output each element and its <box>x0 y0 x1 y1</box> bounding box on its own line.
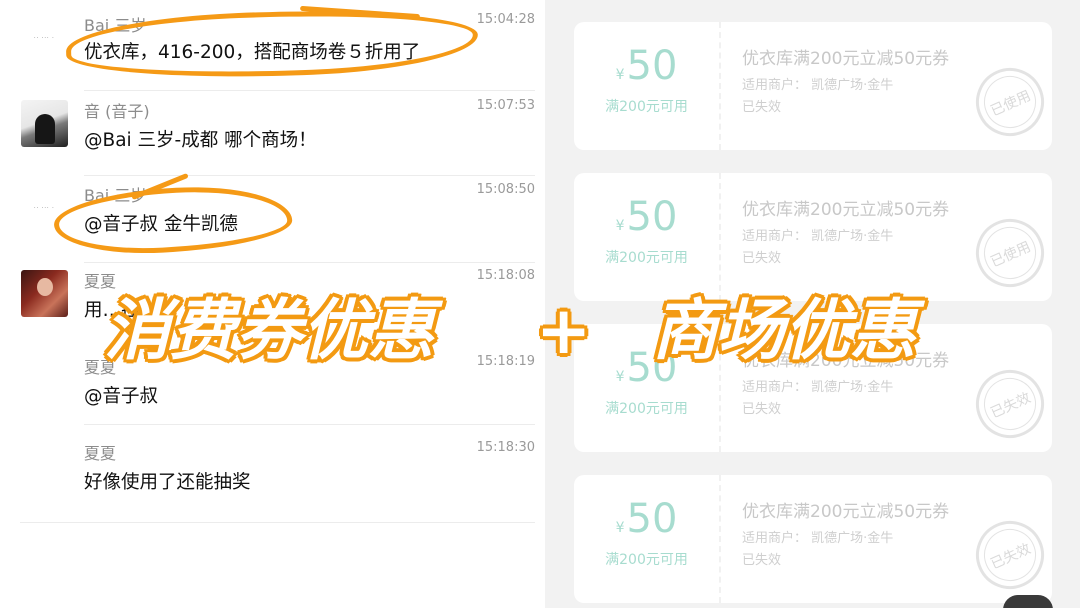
avatar[interactable] <box>21 270 68 317</box>
headline-part-coupon: 消费券优惠 <box>102 290 437 372</box>
stamp-label: 已使用 <box>988 87 1034 120</box>
chat-message[interactable]: ·· ··· · Bai 三岁 15:04:28 优衣库，416-200，搭配商… <box>0 0 545 92</box>
coupon-card[interactable]: ¥50 满200元可用 优衣库满200元立减50元券 适用商户： 凯德广场·金牛… <box>574 173 1052 301</box>
divider <box>20 522 535 523</box>
expired-stamp-icon: 已失效 <box>965 510 1052 600</box>
divider <box>84 262 535 263</box>
coupon-merchant: 适用商户： 凯德广场·金牛 <box>742 531 894 546</box>
coupon-condition: 满200元可用 <box>605 401 688 417</box>
coupon-merchant: 适用商户： 凯德广场·金牛 <box>742 78 894 93</box>
amount-value: 50 <box>626 496 678 542</box>
coupon-perforation <box>719 22 721 150</box>
coupon-condition: 满200元可用 <box>605 250 688 266</box>
amount-value: 50 <box>626 43 678 89</box>
message-time: 15:07:53 <box>476 98 535 113</box>
avatar-figure <box>37 278 53 296</box>
message-text: @音子叔 金牛凯德 <box>84 214 238 235</box>
coupon-perforation <box>719 475 721 603</box>
chat-message[interactable]: 夏夏 15:18:30 好像使用了还能抽奖 <box>0 432 545 512</box>
coupon-value-block: ¥50 满200元可用 <box>574 173 719 301</box>
message-time: 15:18:08 <box>476 268 535 283</box>
promo-headline: 消费券优惠 + 商场优惠 <box>102 288 984 378</box>
sender-name: Bai 三岁 <box>84 16 147 35</box>
currency-symbol: ¥ <box>615 67 625 83</box>
coupon-card[interactable]: ¥50 满200元可用 优衣库满200元立减50元券 适用商户： 凯德广场·金牛… <box>574 22 1052 150</box>
used-stamp-icon: 已使用 <box>965 208 1052 298</box>
avatar[interactable]: ·· ··· · <box>21 184 68 231</box>
coupon-perforation <box>719 173 721 301</box>
chat-message[interactable]: ·· ··· · Bai 三岁 15:08:50 @音子叔 金牛凯德 <box>0 176 545 264</box>
stamp-label: 已失效 <box>988 389 1034 422</box>
stamp-label: 已使用 <box>988 238 1034 271</box>
message-time: 15:04:28 <box>476 12 535 27</box>
currency-symbol: ¥ <box>615 218 625 234</box>
headline-plus: + <box>533 290 593 372</box>
message-time: 15:18:30 <box>476 440 535 455</box>
coupon-amount: ¥50 <box>574 42 719 99</box>
used-stamp-icon: 已使用 <box>965 57 1052 147</box>
divider <box>84 424 535 425</box>
amount-value: 50 <box>626 194 678 240</box>
message-text: @音子叔 <box>84 386 159 407</box>
currency-symbol: ¥ <box>615 520 625 536</box>
message-text: 好像使用了还能抽奖 <box>84 472 251 493</box>
divider <box>84 90 535 91</box>
coupon-value-block: ¥50 满200元可用 <box>574 475 719 603</box>
headline-part-mall: 商场优惠 <box>650 290 919 372</box>
message-text: @Bai 三岁-成都 哪个商场！ <box>84 130 317 151</box>
coupon-status: 已失效 <box>742 402 782 417</box>
stamp-label: 已失效 <box>988 540 1034 573</box>
message-time: 15:08:50 <box>476 182 535 197</box>
chat-message[interactable]: 音 (音子) 15:07:53 @Bai 三岁-成都 哪个商场！ <box>0 92 545 176</box>
coupon-title: 优衣库满200元立减50元券 <box>742 502 950 522</box>
scroll-button[interactable] <box>1003 595 1053 608</box>
coupon-condition: 满200元可用 <box>605 552 688 568</box>
coupon-status: 已失效 <box>742 553 782 568</box>
coupon-value-block: ¥50 满200元可用 <box>574 22 719 150</box>
coupon-status: 已失效 <box>742 251 782 266</box>
avatar-figure <box>35 114 55 144</box>
coupon-status: 已失效 <box>742 100 782 115</box>
coupon-title: 优衣库满200元立减50元券 <box>742 200 950 220</box>
coupon-amount: ¥50 <box>574 193 719 250</box>
coupon-merchant: 适用商户： 凯德广场·金牛 <box>742 229 894 244</box>
avatar-placeholder-icon: ·· ··· · <box>34 35 55 41</box>
coupon-condition: 满200元可用 <box>605 99 688 115</box>
avatar[interactable] <box>21 100 68 147</box>
avatar[interactable]: ·· ··· · <box>21 14 68 61</box>
sender-name: 音 (音子) <box>84 102 150 121</box>
coupon-merchant: 适用商户： 凯德广场·金牛 <box>742 380 894 395</box>
message-text: 优衣库，416-200，搭配商场卷５折用了 <box>84 42 421 63</box>
sender-name: 夏夏 <box>84 444 117 463</box>
avatar-placeholder-icon: ·· ··· · <box>34 205 55 211</box>
coupon-title: 优衣库满200元立减50元券 <box>742 49 950 69</box>
coupon-card[interactable]: ¥50 满200元可用 优衣库满200元立减50元券 适用商户： 凯德广场·金牛… <box>574 475 1052 603</box>
coupon-amount: ¥50 <box>574 495 719 552</box>
